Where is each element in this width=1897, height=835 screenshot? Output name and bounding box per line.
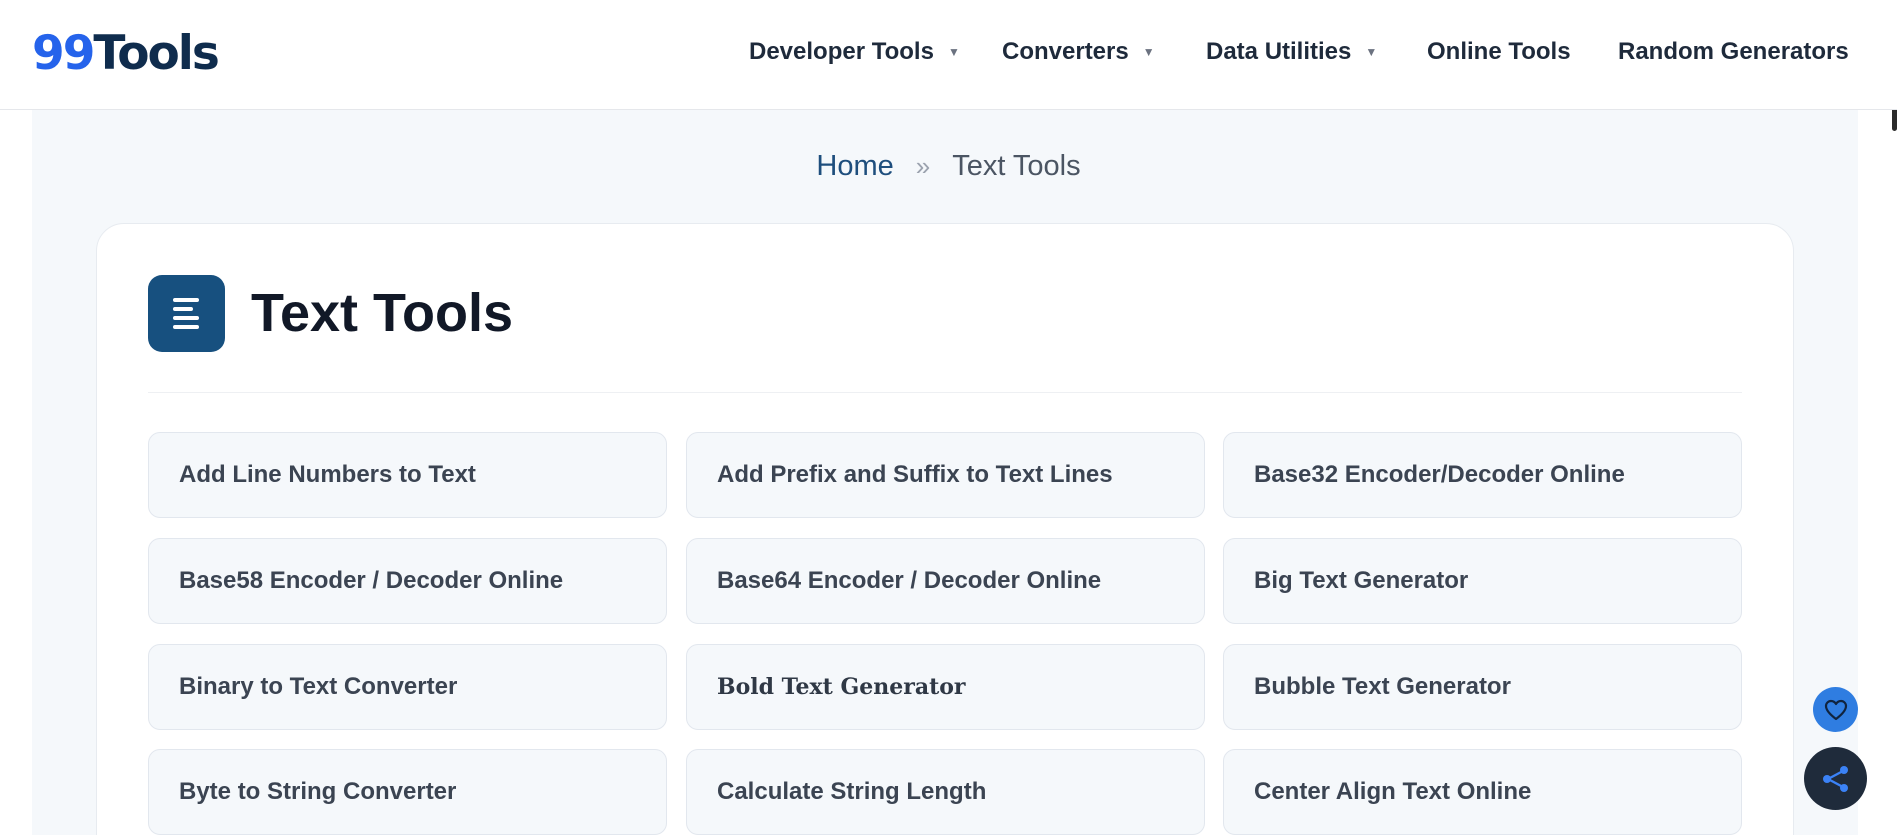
nav-online-tools[interactable]: Online Tools	[1427, 34, 1618, 70]
tool-binary-to-text[interactable]: Binary to Text Converter	[148, 644, 667, 730]
site-logo[interactable]: 99Tools	[32, 26, 220, 81]
text-align-left-icon	[148, 275, 225, 352]
favorite-button[interactable]	[1813, 687, 1858, 732]
tool-base58[interactable]: Base58 Encoder / Decoder Online	[148, 538, 667, 624]
nav-developer-tools[interactable]: Developer Tools ▼	[749, 34, 1002, 70]
nav-label: Developer Tools	[749, 38, 934, 65]
logo-word: Tools	[93, 26, 219, 81]
heart-icon	[1824, 699, 1847, 720]
main-nav: Developer Tools ▼ Converters ▼ Data Util…	[749, 34, 1849, 70]
title-divider	[148, 392, 1742, 393]
breadcrumb-home-link[interactable]: Home	[816, 150, 893, 183]
caret-down-icon: ▼	[947, 45, 960, 59]
tool-big-text[interactable]: Big Text Generator	[1223, 538, 1742, 624]
nav-data-utilities[interactable]: Data Utilities ▼	[1206, 34, 1427, 70]
tool-byte-to-string[interactable]: Byte to String Converter	[148, 749, 667, 835]
tool-base32[interactable]: Base32 Encoder/Decoder Online	[1223, 432, 1742, 518]
breadcrumb-current: Text Tools	[952, 150, 1081, 182]
nav-label: Random Generators	[1618, 38, 1849, 65]
share-button[interactable]	[1804, 747, 1867, 810]
share-icon	[1822, 765, 1848, 792]
caret-down-icon: ▼	[1142, 45, 1155, 59]
nav-label: Online Tools	[1427, 38, 1571, 65]
page-title: Text Tools	[251, 283, 514, 343]
breadcrumb: Home » Text Tools	[0, 150, 1897, 183]
site-header: 99Tools Developer Tools ▼ Converters ▼ D…	[0, 0, 1897, 110]
tool-string-length[interactable]: Calculate String Length	[686, 749, 1205, 835]
caret-down-icon: ▼	[1365, 45, 1378, 59]
nav-label: Converters	[1002, 38, 1129, 65]
tool-add-prefix-suffix[interactable]: Add Prefix and Suffix to Text Lines	[686, 432, 1205, 518]
tool-base64[interactable]: Base64 Encoder / Decoder Online	[686, 538, 1205, 624]
nav-random-generators[interactable]: Random Generators	[1618, 34, 1849, 70]
nav-converters[interactable]: Converters ▼	[1002, 34, 1206, 70]
tool-bubble-text[interactable]: Bubble Text Generator	[1223, 644, 1742, 730]
nav-label: Data Utilities	[1206, 38, 1352, 65]
tool-add-line-numbers[interactable]: Add Line Numbers to Text	[148, 432, 667, 518]
tool-center-align[interactable]: Center Align Text Online	[1223, 749, 1742, 835]
tool-bold-text[interactable]: Bold Text Generator	[686, 644, 1205, 730]
logo-number: 99	[32, 26, 95, 81]
breadcrumb-separator: »	[915, 151, 931, 181]
page-scrollbar[interactable]	[1887, 0, 1897, 835]
